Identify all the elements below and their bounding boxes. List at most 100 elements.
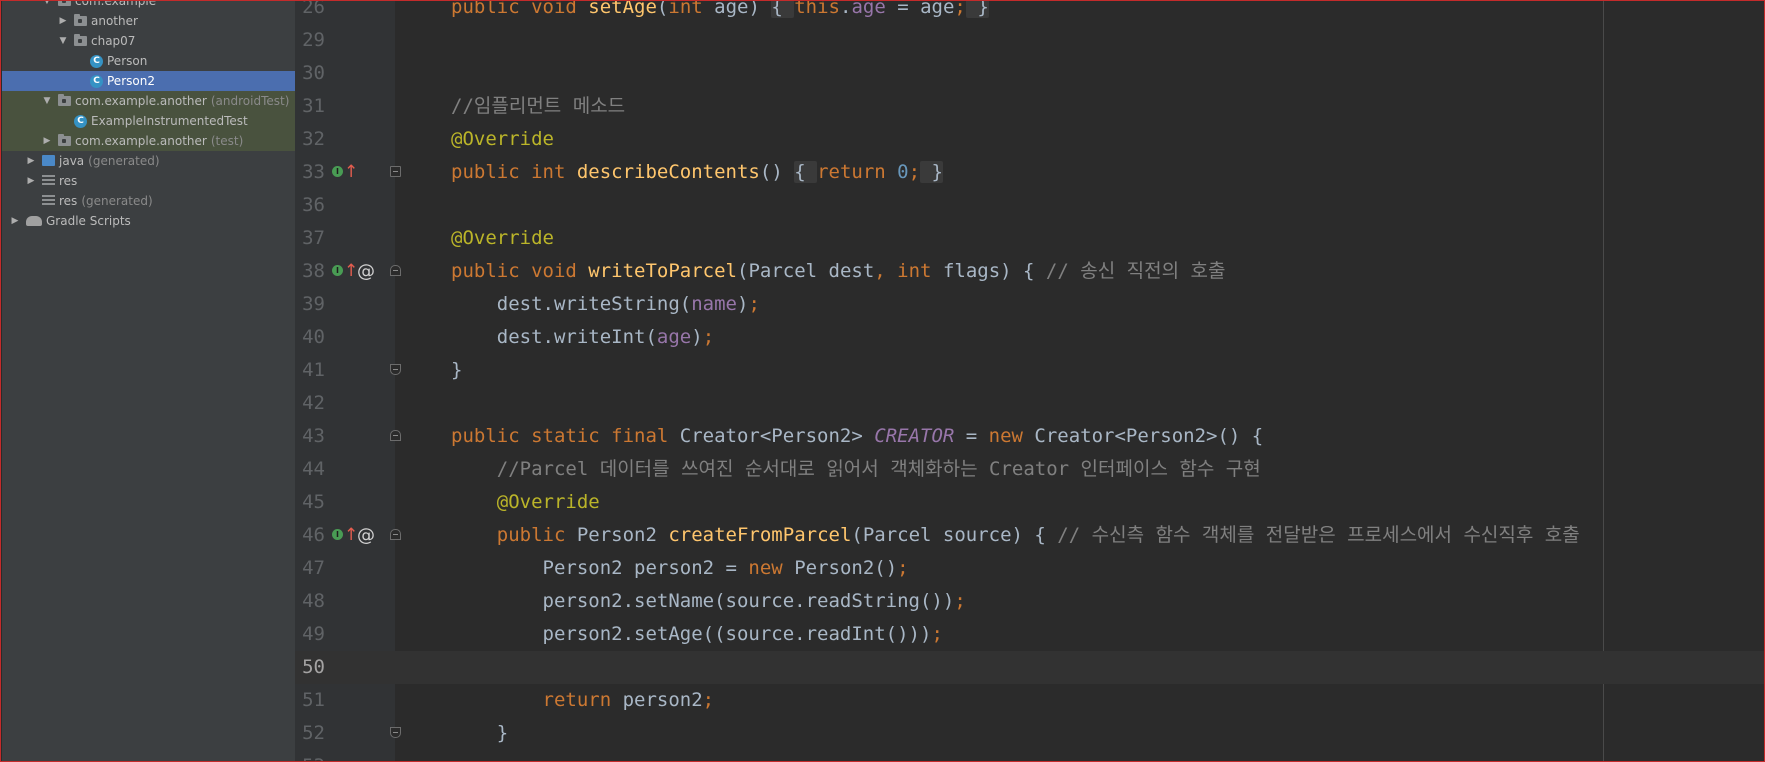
code-line[interactable]: 43 public static final Creator<Person2> C… <box>295 420 1764 453</box>
line-number[interactable]: 26 <box>295 1 325 24</box>
fold-icon[interactable] <box>390 166 401 177</box>
line-number[interactable]: 50 <box>295 651 325 684</box>
code-line[interactable]: 41} <box>295 354 1764 387</box>
at-icon[interactable]: @ <box>357 255 375 288</box>
line-number[interactable]: 40 <box>295 321 325 354</box>
tree-item[interactable]: ▶ java (generated) <box>2 151 295 171</box>
code-token: @Override <box>496 491 600 513</box>
implements-icon[interactable]: I <box>332 265 343 276</box>
tree-item[interactable]: C Person <box>2 51 295 71</box>
fold-icon[interactable] <box>390 430 401 441</box>
expand-arrow-icon[interactable]: ▼ <box>42 1 52 11</box>
tree-item[interactable]: ▶ res <box>2 171 295 191</box>
line-number[interactable]: 43 <box>295 420 325 453</box>
code-line[interactable]: 32 @Override <box>295 123 1764 156</box>
line-number[interactable]: 37 <box>295 222 325 255</box>
tree-item[interactable]: ▼ com.example.another (androidTest) <box>2 91 295 111</box>
code-line[interactable]: 53 <box>295 750 1764 761</box>
code-line[interactable]: 45 @Override <box>295 486 1764 519</box>
code-token: (Parcel dest <box>737 260 875 282</box>
code-line[interactable]: 50 <box>295 651 1764 684</box>
code-line[interactable]: 49 person2.setAge((source.readInt())); <box>295 618 1764 651</box>
line-number[interactable]: 51 <box>295 684 325 717</box>
code-editor[interactable]: 26 public void setAge(int age) { this.age… <box>295 1 1764 761</box>
line-number[interactable]: 49 <box>295 618 325 651</box>
line-number[interactable]: 47 <box>295 552 325 585</box>
code-text: person2.setName(source.readString()); <box>451 585 966 618</box>
code-line[interactable]: 33 I ↑ public int describeContents() { retu… <box>295 156 1764 189</box>
collapse-arrow-icon[interactable]: ▶ <box>58 11 68 31</box>
code-line[interactable]: 38 I ↑ @ public void writeToParcel(Parcel de… <box>295 255 1764 288</box>
expand-arrow-icon[interactable]: ▼ <box>42 91 52 111</box>
at-icon[interactable]: @ <box>357 519 375 552</box>
line-number[interactable]: 36 <box>295 189 325 222</box>
tree-item[interactable]: ▼ chap07 <box>2 31 295 51</box>
code-line[interactable]: 46 I ↑ @ public Person2 createFromParcel(Pa… <box>295 519 1764 552</box>
line-number[interactable]: 46 <box>295 519 325 552</box>
code-text: public void writeToParcel(Parcel dest, i… <box>451 255 1225 288</box>
code-line[interactable]: 51 return person2; <box>295 684 1764 717</box>
code-line[interactable]: 44 //Parcel 데이터를 쓰여진 순서대로 읽어서 객체화하는 Crea… <box>295 453 1764 486</box>
collapse-arrow-icon[interactable]: ▶ <box>26 171 36 191</box>
fold-icon[interactable] <box>390 529 401 540</box>
line-number[interactable]: 33 <box>295 156 325 189</box>
code-line[interactable]: 29 <box>295 24 1764 57</box>
tree-item-name: Person2 <box>107 74 155 88</box>
tree-item-name: Person <box>107 54 148 68</box>
tree-item[interactable]: C ExampleInstrumentedTest <box>2 111 295 131</box>
code-token: name <box>691 293 737 315</box>
line-number[interactable]: 32 <box>295 123 325 156</box>
line-number[interactable]: 39 <box>295 288 325 321</box>
collapse-arrow-icon[interactable]: ▶ <box>10 211 20 231</box>
tree-item[interactable]: res (generated) <box>2 191 295 211</box>
code-token: public void <box>451 1 589 18</box>
fold-icon[interactable] <box>390 364 401 375</box>
line-number[interactable]: 52 <box>295 717 325 750</box>
code-line[interactable]: 42 <box>295 387 1764 420</box>
tree-item-hint: (androidTest) <box>210 94 290 108</box>
line-number[interactable]: 45 <box>295 486 325 519</box>
code-token: ; <box>954 1 966 18</box>
implements-icon[interactable]: I <box>332 166 343 177</box>
code-token: Person2() <box>794 557 898 579</box>
line-number[interactable]: 53 <box>295 750 325 761</box>
tree-item[interactable]: C Person2 <box>2 71 295 91</box>
code-line[interactable]: 36 <box>295 189 1764 222</box>
code-token: //임플리먼트 메소드 <box>451 95 626 117</box>
code-line[interactable]: 47 Person2 person2 = new Person2(); <box>295 552 1764 585</box>
tree-item-name: Gradle Scripts <box>46 214 131 228</box>
code-line[interactable]: 48 person2.setName(source.readString()); <box>295 585 1764 618</box>
code-line[interactable]: 39 dest.writeString(name); <box>295 288 1764 321</box>
code-line[interactable]: 52 } <box>295 717 1764 750</box>
fold-icon[interactable] <box>390 727 401 738</box>
line-number[interactable]: 42 <box>295 387 325 420</box>
tree-item[interactable]: ▼ com.example <box>2 1 295 11</box>
project-tree[interactable]: ▼ com.example ▶ another ▼ chap07 C Person C Perso… <box>2 1 295 761</box>
line-number[interactable]: 41 <box>295 354 325 387</box>
collapse-arrow-icon[interactable]: ▶ <box>26 151 36 171</box>
code-line[interactable]: 26 public void setAge(int age) { this.age… <box>295 1 1764 24</box>
code-line[interactable]: 37 @Override <box>295 222 1764 255</box>
expand-arrow-icon[interactable]: ▼ <box>58 31 68 51</box>
code-token: return <box>817 161 898 183</box>
line-number[interactable]: 48 <box>295 585 325 618</box>
code-line[interactable]: 40 dest.writeInt(age); <box>295 321 1764 354</box>
go-to-super-icon[interactable]: ↑ <box>344 156 358 189</box>
line-number[interactable]: 30 <box>295 57 325 90</box>
tree-item[interactable]: ▶ Gradle Scripts <box>2 211 295 231</box>
code-line[interactable]: 31 //임플리먼트 메소드 <box>295 90 1764 123</box>
line-number[interactable]: 44 <box>295 453 325 486</box>
line-number[interactable]: 38 <box>295 255 325 288</box>
tree-item[interactable]: ▶ com.example.another (test) <box>2 131 295 151</box>
tree-item[interactable]: ▶ another <box>2 11 295 31</box>
code-line[interactable]: 30 <box>295 57 1764 90</box>
line-number[interactable]: 31 <box>295 90 325 123</box>
tree-item-label: res (generated) <box>59 191 153 211</box>
collapse-arrow-icon[interactable]: ▶ <box>42 131 52 151</box>
fold-icon[interactable] <box>390 265 401 276</box>
code-token: @Override <box>451 227 554 249</box>
line-number[interactable]: 29 <box>295 24 325 57</box>
code-text: Person2 person2 = new Person2(); <box>451 552 909 585</box>
implements-icon[interactable]: I <box>332 529 343 540</box>
